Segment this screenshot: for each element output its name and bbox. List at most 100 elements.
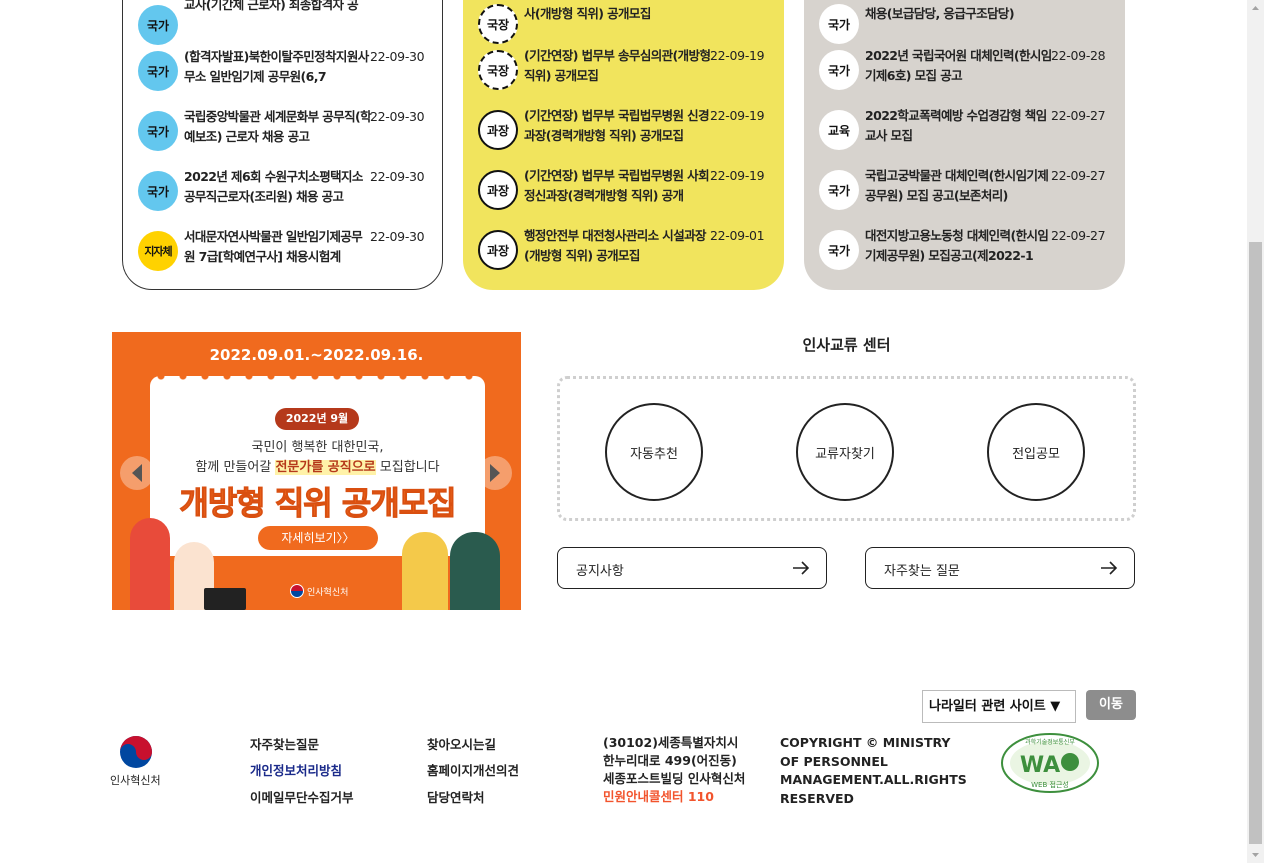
- scroll-down-arrow-icon[interactable]: [1247, 846, 1264, 863]
- list-item[interactable]: 지자체 서대문자연사박물관 일반임기제공무원 7급[학예연구사] 채용시험계 2…: [138, 227, 433, 275]
- notice-link[interactable]: 공지사항: [557, 547, 827, 589]
- list-item[interactable]: 국가 2022년 국립국어원 대체인력(한시임기제6호) 모집 공고 22-09…: [819, 46, 1114, 94]
- list-item-date: 22-09-19: [710, 108, 765, 123]
- category-badge: 지자체: [138, 231, 178, 271]
- address-line: 세종포스트빌딩 인사혁신처: [603, 771, 746, 786]
- category-badge: 국가: [138, 5, 178, 45]
- list-item-title[interactable]: 채용(보급담당, 응급구조담당): [865, 4, 1053, 44]
- banner-line1: 국민이 행복한 대한민국,: [251, 440, 384, 455]
- privacy-policy-link[interactable]: 개인정보처리방침: [250, 760, 342, 779]
- list-item[interactable]: 국가 교사(기간제 근로자) 최종합격자 공: [138, 0, 433, 49]
- address-line: (30102)세종특별자치시: [603, 735, 739, 750]
- vertical-scrollbar[interactable]: [1247, 0, 1264, 863]
- banner-logo-text: 인사혁신처: [307, 587, 349, 598]
- feedback-link[interactable]: 홈페이지개선의견: [427, 760, 519, 779]
- banner-line2-a: 함께 만들어갈: [195, 460, 276, 475]
- list-item-date: 22-09-19: [710, 168, 765, 183]
- list-item-title[interactable]: 2022년 제6회 수원구치소평택지소 공무직근로자(조리원) 채용 공고: [184, 167, 372, 207]
- faq-link[interactable]: 자주찾는 질문: [865, 547, 1135, 589]
- list-item-title[interactable]: 2022학교폭력예방 수업경감형 책임교사 모집: [865, 106, 1053, 146]
- list-item-title[interactable]: 국립고궁박물관 대체인력(한시임기제공무원) 모집 공고(보존처리): [865, 166, 1053, 206]
- banner-period: 2022.09.01.~2022.09.16.: [209, 346, 424, 364]
- list-item-title[interactable]: 국립중앙박물관 세계문화부 공무직(학예보조) 근로자 채용 공고: [184, 107, 372, 147]
- list-item-title[interactable]: 대전지방고용노동청 대체인력(한시임기제공무원) 모집공고(제2022-1: [865, 226, 1053, 266]
- banner-logo: 인사혁신처: [290, 584, 348, 598]
- list-item[interactable]: 과장 (기간연장) 법무부 국립법무병원 사회정신과장(경력개방형 직위) 공개…: [478, 166, 773, 214]
- category-badge: 국가: [819, 4, 859, 44]
- banner-prev-button[interactable]: [120, 456, 154, 490]
- list-item-title[interactable]: 사(개방형 직위) 공개모집: [524, 4, 712, 44]
- contacts-link[interactable]: 담당연락처: [427, 787, 485, 806]
- wa-bottom-text: WEB 접근성: [1031, 780, 1069, 789]
- list-item-title[interactable]: (기간연장) 법무부 국립법무병원 사회정신과장(경력개방형 직위) 공개: [524, 166, 712, 206]
- list-item-title[interactable]: (기간연장) 법무부 송무심의관(개방형 직위) 공개모집: [524, 46, 712, 86]
- list-item-title[interactable]: (합격자발표)북한이탈주민정착지원사무소 일반임기제 공무원(6,7: [184, 47, 372, 87]
- related-sites-select[interactable]: 나라일터 관련 사이트 ▼: [922, 690, 1076, 723]
- footer-address: (30102)세종특별자치시 한누리대로 499(어진동) 세종포스트빌딩 인사…: [603, 734, 745, 806]
- list-item-date: 22-09-30: [370, 49, 425, 64]
- copyright-text: COPYRIGHT © MINISTRY OF PERSONNEL MANAGE…: [780, 735, 967, 806]
- scroll-up-arrow-icon[interactable]: [1247, 0, 1264, 17]
- ministry-logo-icon: [120, 736, 152, 768]
- category-badge: 국장: [478, 50, 518, 90]
- person-illustration-right: [402, 532, 448, 610]
- category-badge: 국가: [138, 171, 178, 211]
- list-item-title[interactable]: 교사(기간제 근로자) 최종합격자 공: [184, 0, 372, 35]
- list-item[interactable]: 국가 2022년 제6회 수원구치소평택지소 공무직근로자(조리원) 채용 공고…: [138, 167, 433, 215]
- category-badge: 과장: [478, 230, 518, 270]
- scrollbar-thumb[interactable]: [1249, 242, 1262, 844]
- list-item-date: 22-09-30: [370, 169, 425, 184]
- promo-banner[interactable]: 2022.09.01.~2022.09.16. 2022년 9월 국민이 행복한…: [112, 332, 521, 610]
- chevron-right-icon: [490, 464, 500, 482]
- banner-next-button[interactable]: [478, 456, 512, 490]
- list-item-date: 22-09-01: [710, 228, 765, 243]
- category-badge: 국가: [138, 111, 178, 151]
- category-badge: 국가: [819, 50, 859, 90]
- arrow-right-icon: [793, 561, 810, 575]
- list-item[interactable]: 국가 채용(보급담당, 응급구조담당): [819, 0, 1114, 48]
- transfer-recruitment-button[interactable]: 전입공모: [987, 403, 1085, 501]
- notice-label: 공지사항: [576, 564, 624, 579]
- list-item-date: 22-09-28: [1051, 48, 1106, 63]
- web-accessibility-mark-icon: 과학기술정보통신부 WA WEB 접근성: [1001, 733, 1099, 793]
- list-item[interactable]: 국장 사(개방형 직위) 공개모집: [478, 0, 773, 48]
- go-button[interactable]: 이동: [1086, 690, 1136, 720]
- list-item[interactable]: 국가 국립고궁박물관 대체인력(한시임기제공무원) 모집 공고(보존처리) 22…: [819, 166, 1114, 214]
- wa-top-text: 과학기술정보통신부: [1025, 738, 1075, 746]
- list-item[interactable]: 과장 행정안전부 대전청사관리소 시설과장(개방형 직위) 공개모집 22-09…: [478, 226, 773, 274]
- list-item-date: 22-09-30: [370, 109, 425, 124]
- page: 국가 교사(기간제 근로자) 최종합격자 공 국가 (합격자발표)북한이탈주민정…: [0, 0, 1264, 863]
- category-badge: 국가: [819, 170, 859, 210]
- list-item[interactable]: 국가 (합격자발표)북한이탈주민정착지원사무소 일반임기제 공무원(6,7 22…: [138, 47, 433, 95]
- ministry-logo-text: 인사혁신처: [110, 774, 161, 787]
- list-item[interactable]: 국가 대전지방고용노동청 대체인력(한시임기제공무원) 모집공고(제2022-1…: [819, 226, 1114, 274]
- list-item-title[interactable]: 서대문자연사박물관 일반임기제공무원 7급[학예연구사] 채용시험계: [184, 227, 372, 267]
- exchange-center-title: 인사교류 센터: [802, 336, 891, 354]
- job-card-national: 국가 교사(기간제 근로자) 최종합격자 공 국가 (합격자발표)북한이탈주민정…: [122, 0, 443, 290]
- job-card-substitute: 국가 채용(보급담당, 응급구조담당) 국가 2022년 국립국어원 대체인력(…: [804, 0, 1125, 290]
- list-item-title[interactable]: 행정안전부 대전청사관리소 시설과장(개방형 직위) 공개모집: [524, 226, 712, 266]
- banner-highlight: 전문가를 공직으로: [275, 460, 376, 475]
- banner-badge: 2022년 9월: [275, 408, 359, 430]
- list-item-date: 22-09-19: [710, 48, 765, 63]
- list-item[interactable]: 과장 (기간연장) 법무부 국립법무병원 신경과장(경력개방형 직위) 공개모집…: [478, 106, 773, 154]
- list-item[interactable]: 교육 2022학교폭력예방 수업경감형 책임교사 모집 22-09-27: [819, 106, 1114, 154]
- auto-recommend-button[interactable]: 자동추천: [605, 403, 703, 501]
- find-exchange-partner-button[interactable]: 교류자찾기: [796, 403, 894, 501]
- category-badge: 국장: [478, 4, 518, 44]
- list-item[interactable]: 국가 국립중앙박물관 세계문화부 공무직(학예보조) 근로자 채용 공고 22-…: [138, 107, 433, 155]
- list-item-title[interactable]: (기간연장) 법무부 국립법무병원 신경과장(경력개방형 직위) 공개모집: [524, 106, 712, 146]
- exchange-center-box: 자동추천 교류자찾기 전입공모: [557, 376, 1136, 521]
- taegeuk-icon: [290, 584, 304, 598]
- email-refusal-link[interactable]: 이메일무단수집거부: [250, 787, 354, 806]
- person-illustration-far-right: [450, 532, 500, 610]
- list-item-title[interactable]: 2022년 국립국어원 대체인력(한시임기제6호) 모집 공고: [865, 46, 1053, 86]
- category-badge: 과장: [478, 170, 518, 210]
- footer-faq-link[interactable]: 자주찾는질문: [250, 734, 319, 753]
- list-item[interactable]: 국장 (기간연장) 법무부 송무심의관(개방형 직위) 공개모집 22-09-1…: [478, 46, 773, 94]
- banner-detail-button[interactable]: 자세히보기〉〉: [258, 526, 378, 550]
- banner-panel: 2022년 9월 국민이 행복한 대한민국, 함께 만들어갈 전문가를 공직으로…: [150, 370, 485, 556]
- directions-link[interactable]: 찾아오시는길: [427, 734, 496, 753]
- job-card-open-positions: 국장 사(개방형 직위) 공개모집 국장 (기간연장) 법무부 송무심의관(개방…: [463, 0, 784, 290]
- banner-line2-b: 모집합니다: [375, 460, 440, 475]
